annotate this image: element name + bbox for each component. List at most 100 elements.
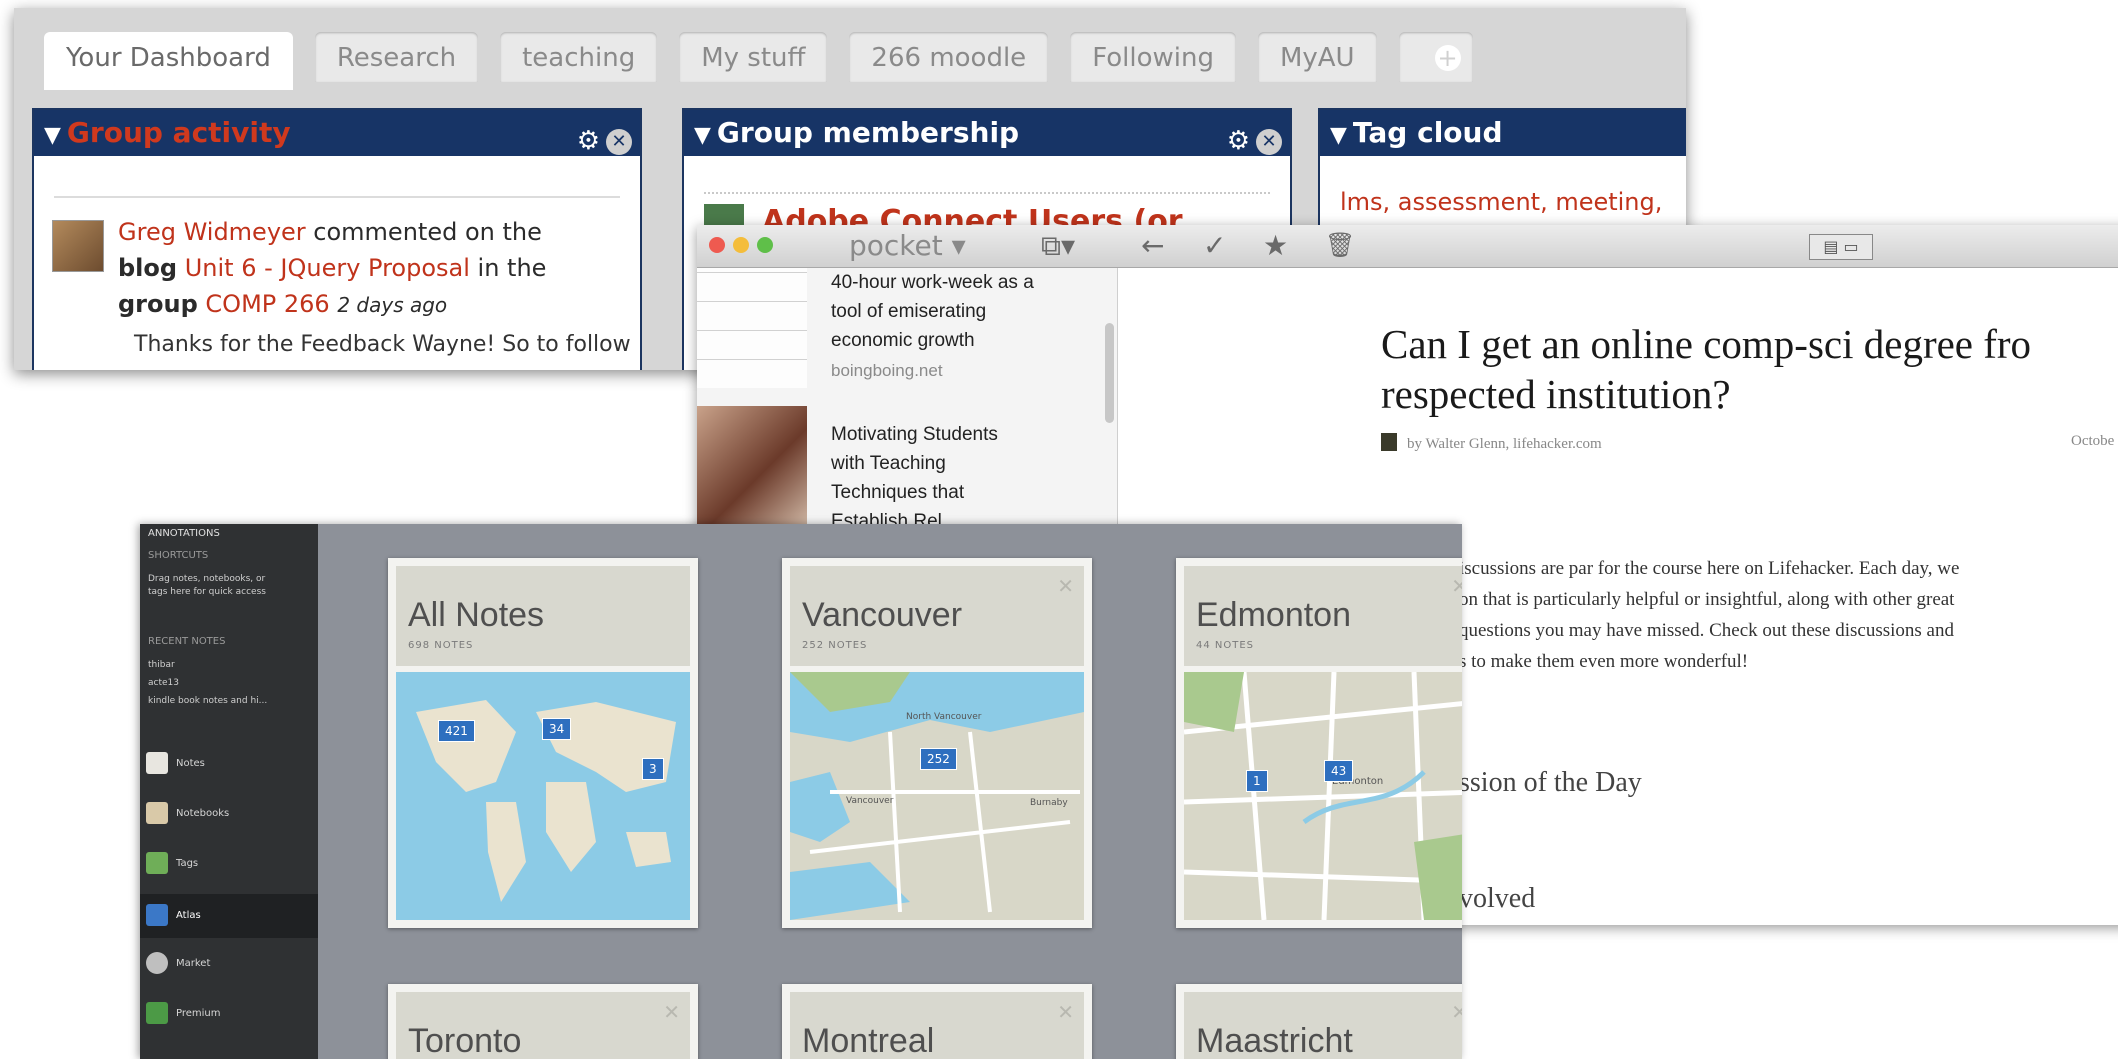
map-label: North Vancouver [906,712,982,722]
close-window-button[interactable] [709,237,725,253]
sidebar-item-notes[interactable]: Notes [176,758,205,769]
tab-266-moodle[interactable]: 266 moodle [849,32,1049,82]
world-map[interactable]: 421 34 3 [396,672,690,920]
group-membership-header[interactable]: ▼ Group membership ⚙ ✕ [684,110,1290,156]
sidebar-item-atlas[interactable]: Atlas [176,910,201,921]
blog-link[interactable]: Unit 6 - JQuery Proposal [185,254,470,282]
atlas-card-montreal[interactable]: ✕ Montreal [782,984,1092,1059]
map-marker[interactable]: 421 [438,720,475,742]
card-count: 44 NOTES [1196,640,1255,651]
gear-icon[interactable]: ⚙ [1227,126,1250,156]
tab-your-dashboard[interactable]: Your Dashboard [44,32,293,90]
group-activity-panel: ▼ Group activity ⚙ ✕ Greg Widmeyer comment… [32,108,642,370]
article-line: s to make them even more wonderful! [1459,651,1749,672]
card-count: 698 NOTES [408,640,474,651]
section-heading: ssion of the Day [1459,767,1642,798]
tags-icon [146,852,168,874]
map-marker[interactable]: 3 [642,758,664,780]
archive-check-icon[interactable]: ✓ [1203,229,1226,262]
close-icon[interactable]: ✕ [1451,1000,1462,1024]
article-view-icon[interactable]: ▤ [1823,237,1838,256]
object-type: blog [118,254,178,282]
card-name: Vancouver [802,596,963,634]
panel-title: Group activity [66,116,291,149]
atlas-card-vancouver[interactable]: ✕ Vancouver 252 NOTES North Vancouver Va… [782,558,1092,928]
back-arrow-icon[interactable]: ← [1141,229,1164,262]
add-tab-button[interactable]: + [1398,32,1473,82]
vancouver-map[interactable]: North Vancouver Vancouver Burnaby 252 [790,672,1084,920]
sidebar-item-premium[interactable]: Premium [176,1008,221,1019]
item-source: boingboing.net [831,361,943,380]
activity-verb: commented on the [313,218,542,246]
atlas-icon [146,904,168,926]
sidebar-item-notebooks[interactable]: Notebooks [176,808,229,819]
collapse-triangle-icon[interactable]: ▼ [44,123,61,148]
user-link[interactable]: Greg Widmeyer [118,218,306,246]
tab-myau[interactable]: MyAU [1257,32,1377,82]
close-icon[interactable]: ✕ [606,129,632,155]
avatar[interactable] [52,220,104,272]
edmonton-map[interactable]: Edmonton 1 43 [1183,671,1462,921]
article-view: Can I get an online comp-sci degree fro … [1381,319,2118,453]
tab-my-stuff[interactable]: My stuff [679,32,828,82]
card-count: 252 NOTES [802,640,868,651]
delete-trash-icon[interactable]: 🗑 [1325,231,1355,259]
close-icon[interactable]: ✕ [1057,1000,1074,1024]
notes-icon [146,752,168,774]
collapse-triangle-icon[interactable]: ▼ [1330,123,1347,148]
tag-cloud-header[interactable]: ▼ Tag cloud [1320,110,1686,156]
scrollbar[interactable] [1105,323,1114,423]
tab-research[interactable]: Research [314,32,479,82]
map-marker[interactable]: 34 [542,718,572,740]
article-body: iscussions are par for the course here o… [1459,553,2118,677]
recent-note[interactable]: kindle book notes and hi... [148,696,267,706]
view-menu-icon[interactable]: ⧉▾ [1041,229,1075,263]
map-marker[interactable]: 252 [920,748,957,770]
recent-note[interactable]: acte13 [148,678,179,688]
group-word: group [118,290,198,318]
pocket-menu[interactable]: pocket ▾ [849,229,966,262]
article-line: on that is particularly helpful or insig… [1459,589,1955,610]
close-icon[interactable]: ✕ [1256,129,1282,155]
dashboard-tabs: Your Dashboard Research teaching My stuf… [44,32,1473,90]
view-toggle[interactable]: ▤ ▭ [1809,234,1873,260]
map-marker[interactable]: 1 [1246,770,1268,792]
gear-icon[interactable]: ⚙ [577,126,600,156]
atlas-card-toronto[interactable]: ✕ Toronto [388,984,698,1059]
collapse-triangle-icon[interactable]: ▼ [694,123,711,148]
sidebar-item-market[interactable]: Market [176,958,210,969]
atlas-card-edmonton[interactable]: ✕ Edmonton 44 NOTES Edmonton 1 43 [1176,558,1462,928]
close-icon[interactable]: ✕ [1451,574,1462,598]
world-map-shapes [416,700,676,902]
zoom-window-button[interactable] [757,237,773,253]
tab-teaching[interactable]: teaching [500,32,658,82]
card-name: All Notes [408,596,545,634]
favorite-star-icon[interactable]: ★ [1263,229,1288,262]
group-link[interactable]: COMP 266 [205,290,329,318]
item-title-line: Techniques that [831,482,965,503]
group-activity-header[interactable]: ▼ Group activity ⚙ ✕ [34,110,640,156]
card-name: Montreal [802,1022,935,1059]
list-item[interactable]: Motivating Students with Teaching Techni… [831,420,998,536]
activity-in: in the [477,254,547,282]
pocket-toolbar: pocket ▾ ⧉▾ ← ✓ ★ 🗑 ▤ ▭ [697,225,2118,268]
tag-list[interactable]: lms, assessment, meeting, [1340,188,1662,216]
list-item[interactable]: 40-hour work-week as a tool of emiserati… [831,268,1034,381]
account-name[interactable]: ANNOTATIONS [148,528,220,539]
atlas-card-all-notes[interactable]: All Notes 698 NOTES 421 34 3 [388,558,698,928]
item-title-line: Motivating Students [831,424,998,445]
panel-title: Group membership [716,116,1020,149]
minimize-window-button[interactable] [733,237,749,253]
web-view-icon[interactable]: ▭ [1844,237,1859,256]
atlas-card-maastricht[interactable]: ✕ Maastricht [1176,984,1462,1059]
map-marker[interactable]: 43 [1324,760,1354,782]
recent-note[interactable]: thibar [148,660,175,670]
card-name: Maastricht [1196,1022,1353,1059]
premium-icon [146,1002,168,1024]
sidebar-item-tags[interactable]: Tags [176,858,198,869]
item-title-line: with Teaching [831,453,946,474]
close-icon[interactable]: ✕ [663,1000,680,1024]
tab-following[interactable]: Following [1070,32,1236,82]
close-icon[interactable]: ✕ [1057,574,1074,598]
plus-icon: + [1434,45,1461,71]
